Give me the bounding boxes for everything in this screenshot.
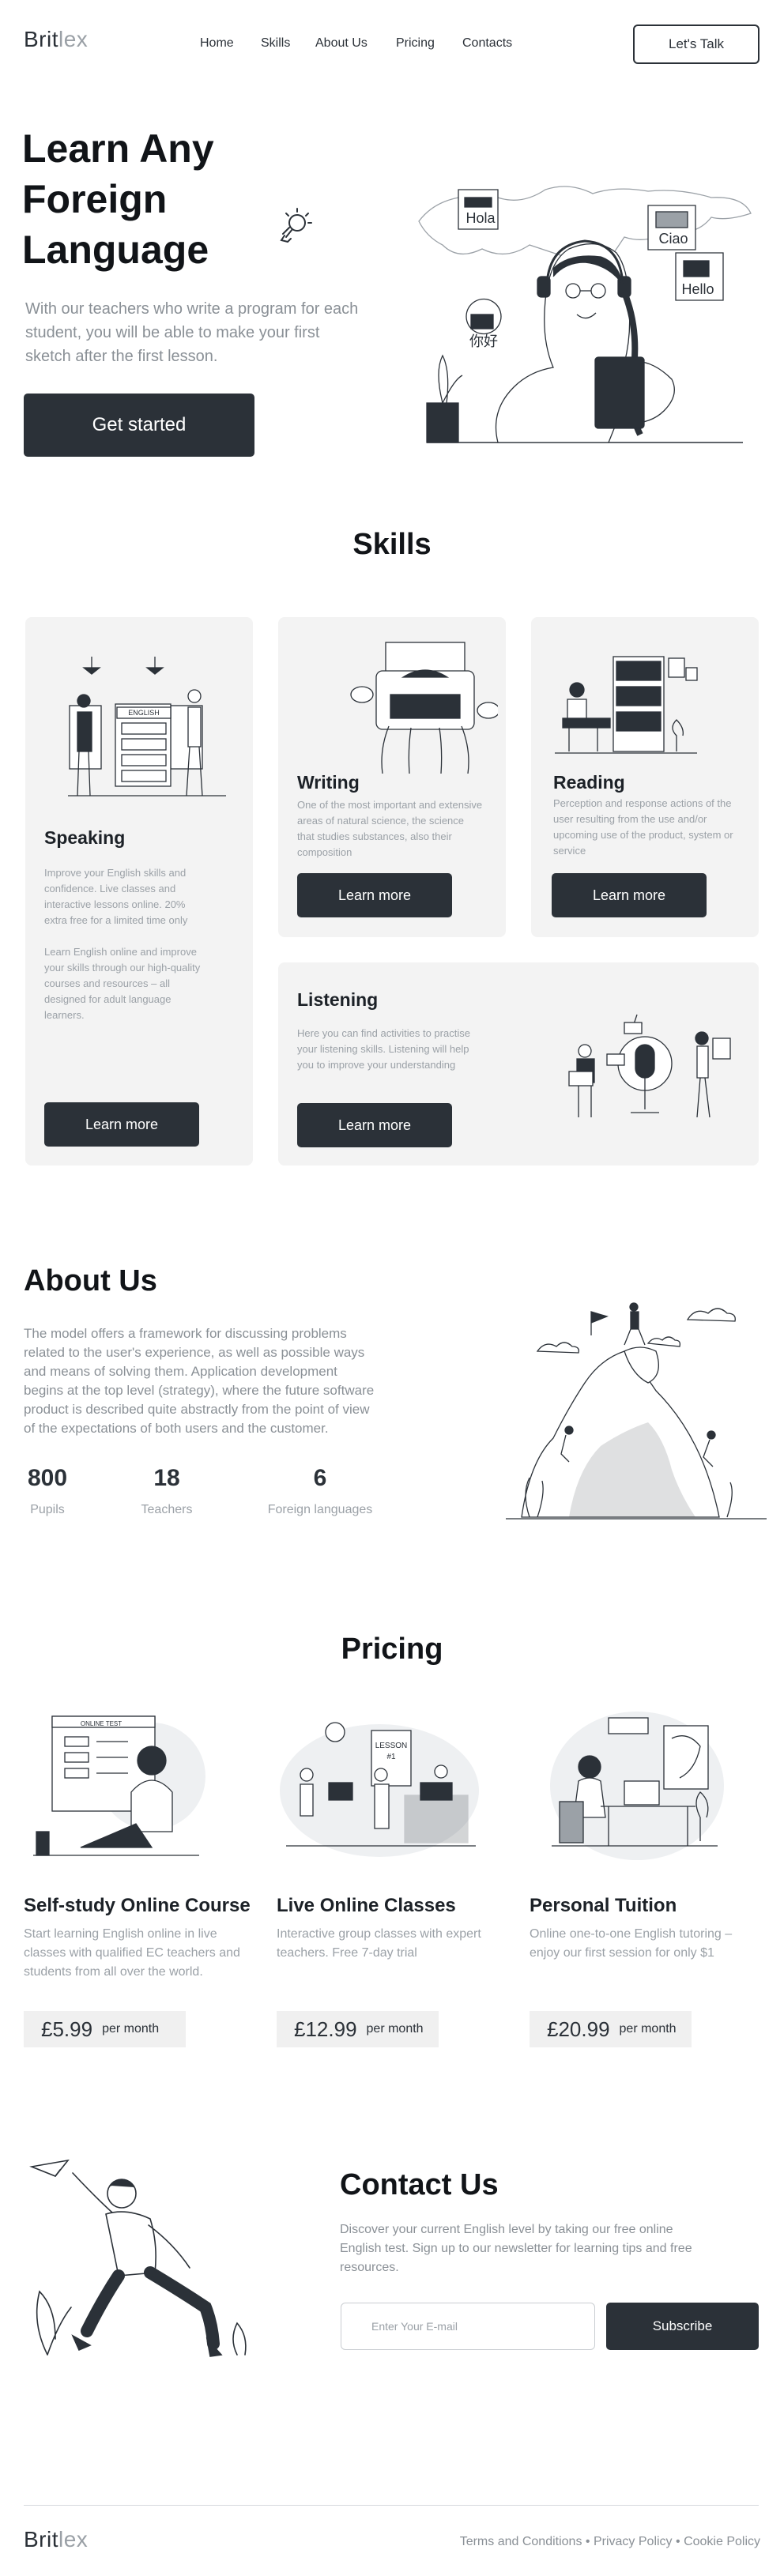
skill-card-listening: Listening Here you can find activities t… xyxy=(278,962,759,1166)
bubble-hola: Hola xyxy=(466,210,496,226)
plan3-price: £20.99 per month xyxy=(530,2011,692,2047)
speaking-learn-more-button[interactable]: Learn more xyxy=(44,1102,199,1147)
plan1-text: Start learning English online in live cl… xyxy=(24,1927,240,1979)
bubble-hello: Hello xyxy=(681,281,714,297)
footer-sep-2: • xyxy=(676,2535,680,2548)
plan1-price-period: per month xyxy=(102,2022,160,2036)
skill-card-writing: Writing One of the most important and ex… xyxy=(278,617,506,937)
hero-illustration: Hola Ciao 你好 Hello xyxy=(418,186,752,443)
hero-subtitle: With our teachers who write a program fo… xyxy=(25,300,359,365)
footer-link-terms[interactable]: Terms and Conditions xyxy=(460,2535,582,2548)
email-input[interactable] xyxy=(341,2303,595,2350)
plan3-text: Online one-to-one English tutoring – enj… xyxy=(530,1927,733,1960)
stat-languages-value: 6 xyxy=(313,1465,327,1491)
lets-talk-button[interactable]: Let's Talk xyxy=(633,24,760,64)
plan1-price-amount: £5.99 xyxy=(41,2017,93,2041)
speaking-text-1: Improve your English skills and confiden… xyxy=(44,867,188,926)
lightbulb-icon xyxy=(280,208,312,243)
plan2-board-label2: #1 xyxy=(386,1753,396,1761)
plan2-price-period: per month xyxy=(366,2022,424,2036)
brand-part1: Brit xyxy=(24,27,58,51)
footer-links: Terms and Conditions • Privacy Policy • … xyxy=(460,2535,760,2549)
writing-learn-more-button[interactable]: Learn more xyxy=(297,873,452,917)
plan3-illustration xyxy=(550,1712,724,1860)
speaking-text-2: Learn English online and improve your sk… xyxy=(44,946,201,1021)
stat-languages-label: Foreign languages xyxy=(267,1503,373,1516)
contact-text: Discover your current English level by t… xyxy=(340,2223,692,2274)
footer-link-privacy[interactable]: Privacy Policy xyxy=(594,2535,673,2548)
listening-learn-more-button[interactable]: Learn more xyxy=(297,1103,452,1147)
brand-part2: lex xyxy=(58,27,89,51)
plan2-illustration: LESSON #1 xyxy=(280,1722,479,1857)
footer-divider xyxy=(24,2505,759,2506)
nav-skills[interactable]: Skills xyxy=(261,36,290,51)
plan3-price-amount: £20.99 xyxy=(547,2017,610,2041)
reading-title: Reading xyxy=(553,772,625,793)
footer-link-cookie[interactable]: Cookie Policy xyxy=(684,2535,760,2548)
about-title: About Us xyxy=(24,1264,157,1297)
plan2-board-label1: LESSON xyxy=(375,1742,408,1750)
bubble-ciao: Ciao xyxy=(658,231,688,247)
about-text: The model offers a framework for discuss… xyxy=(24,1326,375,1436)
contact-title: Contact Us xyxy=(340,2168,499,2201)
stat-pupils-value: 800 xyxy=(27,1465,68,1491)
plan2-text: Interactive group classes with expert te… xyxy=(277,1927,481,1960)
hero-title-line1: Learn Any xyxy=(22,126,214,171)
footer-brand-part2: lex xyxy=(58,2527,89,2552)
subscribe-button[interactable]: Subscribe xyxy=(606,2303,759,2350)
plan2-price-amount: £12.99 xyxy=(294,2017,357,2041)
plan2-title: Live Online Classes xyxy=(277,1895,456,1916)
nav-pricing[interactable]: Pricing xyxy=(396,36,435,51)
writing-text: One of the most important and extensive … xyxy=(297,799,483,858)
plan3-title: Personal Tuition xyxy=(530,1895,677,1916)
footer-brand-part1: Brit xyxy=(24,2527,58,2552)
listening-text: Here you can find activities to practise… xyxy=(297,1027,470,1071)
plan3-price-period: per month xyxy=(619,2022,677,2036)
listening-illustration xyxy=(568,1014,731,1118)
plan1-title: Self-study Online Course xyxy=(24,1895,251,1916)
bubble-nihao: 你好 xyxy=(469,333,498,350)
plan1-screen-label: ONLINE TEST xyxy=(81,1720,122,1727)
nav-contacts[interactable]: Contacts xyxy=(462,36,512,51)
stat-pupils-label: Pupils xyxy=(30,1503,65,1516)
stat-teachers-value: 18 xyxy=(153,1465,180,1491)
speaking-illustration: ENGLISH xyxy=(68,657,226,797)
about-mountain-illustration xyxy=(506,1302,767,1520)
skill-card-reading: Reading Perception and response actions … xyxy=(531,617,759,937)
reading-text: Perception and response actions of the u… xyxy=(553,797,733,857)
writing-title: Writing xyxy=(297,772,360,793)
contact-illustration xyxy=(29,2159,247,2357)
reading-learn-more-button[interactable]: Learn more xyxy=(552,873,707,917)
skills-title: Skills xyxy=(352,528,432,561)
listening-title: Listening xyxy=(297,989,379,1010)
plan1-price: £5.99 per month xyxy=(24,2011,186,2047)
nav-home[interactable]: Home xyxy=(200,36,234,51)
skill-card-speaking: ENGLISH Speaking Improve your English sk… xyxy=(25,617,253,1166)
nav-about[interactable]: About Us xyxy=(315,36,368,51)
footer-brand-logo[interactable]: Britlex xyxy=(24,2527,88,2552)
speaking-title: Speaking xyxy=(44,827,126,848)
get-started-button[interactable]: Get started xyxy=(24,394,254,457)
speaking-board-label: ENGLISH xyxy=(128,709,160,717)
hero-title: Learn Any Foreign Language xyxy=(22,123,354,275)
reading-illustration xyxy=(555,656,698,754)
footer-sep-1: • xyxy=(585,2535,590,2548)
brand-logo[interactable]: Britlex xyxy=(24,27,88,52)
pricing-title: Pricing xyxy=(341,1633,443,1666)
plan2-price: £12.99 per month xyxy=(277,2011,439,2047)
stat-teachers-label: Teachers xyxy=(141,1503,193,1516)
plan1-illustration: ONLINE TEST xyxy=(33,1715,205,1856)
writing-illustration xyxy=(350,642,498,774)
